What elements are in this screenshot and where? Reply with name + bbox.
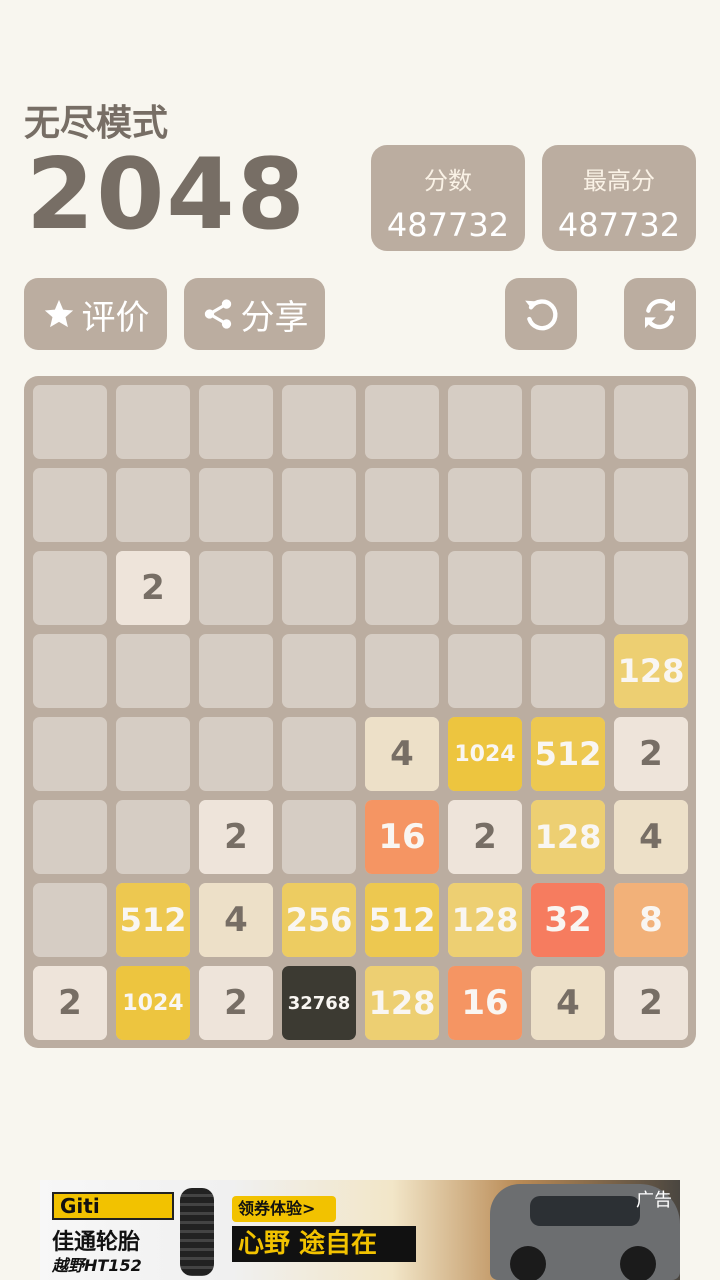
board-cell xyxy=(33,634,107,708)
board-cell xyxy=(33,800,107,874)
board-cell xyxy=(282,800,356,874)
board-cell xyxy=(199,717,273,791)
board-cell xyxy=(199,551,273,625)
board-cell xyxy=(448,385,522,459)
tile: 1024 xyxy=(448,717,522,791)
board-cell xyxy=(365,468,439,542)
board-cell xyxy=(282,717,356,791)
tile: 128 xyxy=(614,634,688,708)
restart-button[interactable] xyxy=(624,278,696,350)
tile: 2 xyxy=(448,800,522,874)
ad-label: 广告 xyxy=(636,1190,672,1211)
tile: 8 xyxy=(614,883,688,957)
tile: 4 xyxy=(531,966,605,1040)
tile: 4 xyxy=(614,800,688,874)
star-icon xyxy=(42,297,76,331)
game-title: 2048 xyxy=(26,138,307,252)
tile: 512 xyxy=(116,883,190,957)
tile: 256 xyxy=(282,883,356,957)
board-cell xyxy=(116,634,190,708)
board-cell xyxy=(116,468,190,542)
score-label: 分数 xyxy=(424,167,472,195)
best-score-value: 487732 xyxy=(557,206,681,244)
share-icon xyxy=(201,297,235,331)
tile: 2 xyxy=(199,966,273,1040)
board-cell xyxy=(614,468,688,542)
rate-label: 评价 xyxy=(81,297,150,338)
board-cell xyxy=(116,385,190,459)
board-cell xyxy=(614,551,688,625)
ad-model: 越野HT152 xyxy=(52,1256,142,1275)
tile: 32 xyxy=(531,883,605,957)
board-cell xyxy=(531,468,605,542)
tile: 2 xyxy=(614,717,688,791)
board-cell xyxy=(116,717,190,791)
score-box: 分数 487732 xyxy=(371,145,525,251)
tile: 4 xyxy=(199,883,273,957)
board-cell xyxy=(199,385,273,459)
board-cell xyxy=(365,634,439,708)
board-cell xyxy=(614,385,688,459)
score-value: 487732 xyxy=(386,206,510,244)
tile: 4 xyxy=(365,717,439,791)
board-cell xyxy=(448,551,522,625)
best-score-box: 最高分 487732 xyxy=(542,145,696,251)
board-cell xyxy=(282,385,356,459)
board-cell xyxy=(282,634,356,708)
undo-button[interactable] xyxy=(505,278,577,350)
board-cell xyxy=(531,551,605,625)
board-cell xyxy=(33,468,107,542)
share-button[interactable]: 分享 xyxy=(184,278,325,350)
board-cell xyxy=(531,385,605,459)
tile: 128 xyxy=(448,883,522,957)
tile: 128 xyxy=(365,966,439,1040)
tile: 2 xyxy=(33,966,107,1040)
game-board[interactable]: 2 128 4 1024 512 2 2 16 2 128 4 512 4 256 512 128 32 8 2 10… xyxy=(24,376,696,1048)
board-cell xyxy=(448,634,522,708)
board-cell xyxy=(199,634,273,708)
board-cell xyxy=(531,634,605,708)
best-score-label: 最高分 xyxy=(583,167,655,195)
ad-cta[interactable]: 领券体验> xyxy=(232,1196,336,1222)
refresh-icon xyxy=(640,294,680,334)
board-cell xyxy=(116,800,190,874)
tire-image xyxy=(180,1188,214,1276)
board-cell xyxy=(282,551,356,625)
board-cell xyxy=(33,551,107,625)
tile: 1024 xyxy=(116,966,190,1040)
board-cell xyxy=(365,385,439,459)
tile: 16 xyxy=(365,800,439,874)
rate-button[interactable]: 评价 xyxy=(24,278,167,350)
board-cell xyxy=(33,385,107,459)
board-cell xyxy=(365,551,439,625)
ad-banner[interactable]: Giti 佳通轮胎 越野HT152 领券体验> 心野 途自在 广告 xyxy=(40,1180,680,1280)
share-label: 分享 xyxy=(240,297,309,338)
board-cell xyxy=(199,468,273,542)
undo-icon xyxy=(521,294,561,334)
tile: 2 xyxy=(116,551,190,625)
ad-brand-logo: Giti xyxy=(52,1192,174,1220)
board-cell xyxy=(33,883,107,957)
tile: 16 xyxy=(448,966,522,1040)
tile: 128 xyxy=(531,800,605,874)
tile: 512 xyxy=(531,717,605,791)
ad-slogan: 心野 途自在 xyxy=(232,1226,416,1262)
tile: 2 xyxy=(614,966,688,1040)
board-cell xyxy=(448,468,522,542)
tile: 32768 xyxy=(282,966,356,1040)
tile: 2 xyxy=(199,800,273,874)
board-cell xyxy=(282,468,356,542)
tile: 512 xyxy=(365,883,439,957)
board-cell xyxy=(33,717,107,791)
